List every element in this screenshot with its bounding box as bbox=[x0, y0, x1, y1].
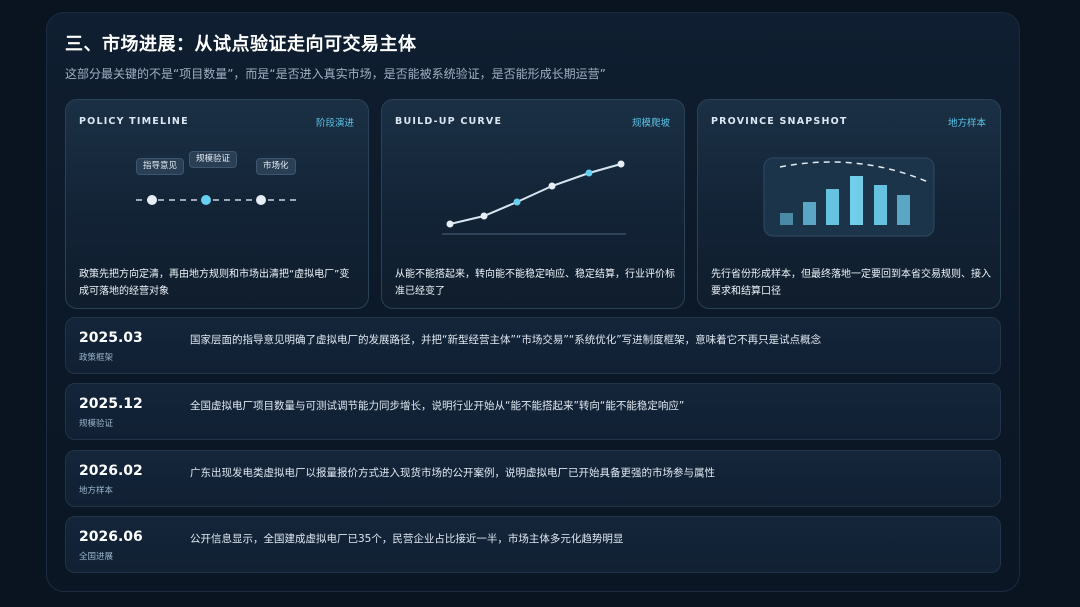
province-snapshot-card: PROVINCE SNAPSHOT 地方样本 先行省份形成样本，但最终落地一定要… bbox=[697, 99, 1001, 309]
bar bbox=[826, 189, 839, 225]
bar bbox=[780, 213, 793, 225]
curve-point bbox=[480, 212, 488, 220]
curve-point bbox=[513, 198, 521, 206]
bar bbox=[874, 185, 887, 225]
timeline-row: 2026.06 全国进展 公开信息显示，全国建成虚拟电厂已35个，民营企业占比接… bbox=[65, 516, 1001, 573]
row-date: 2026.02 bbox=[79, 463, 143, 479]
timeline-row: 2026.02 地方样本 广东出现发电类虚拟电厂以报量报价方式进入现货市场的公开… bbox=[65, 450, 1001, 507]
curve-point bbox=[446, 220, 454, 228]
curve-point bbox=[617, 160, 625, 168]
row-tag: 地方样本 bbox=[79, 486, 114, 496]
bar bbox=[850, 176, 863, 225]
row-tag: 政策框架 bbox=[79, 353, 114, 363]
timeline-node-1 bbox=[147, 195, 157, 205]
curve-point bbox=[548, 182, 556, 190]
card-description: 从能不能搭起来，转向能不能稳定响应、稳定结算，行业评价标准已经变了 bbox=[395, 269, 675, 297]
row-text: 广东出现发电类虚拟电厂以报量报价方式进入现货市场的公开案例，说明虚拟电厂已开始具… bbox=[190, 467, 715, 479]
row-date: 2025.03 bbox=[79, 330, 143, 346]
policy-timeline-graphic bbox=[136, 195, 301, 205]
row-text: 全国虚拟电厂项目数量与可测试调节能力同步增长，说明行业开始从“能不能搭起来”转向… bbox=[190, 400, 685, 412]
bar bbox=[803, 202, 816, 225]
timeline-node-3 bbox=[256, 195, 266, 205]
card-description: 先行省份形成样本，但最终落地一定要回到本省交易规则、接入要求和结算口径 bbox=[711, 269, 991, 297]
page-title: 三、市场进展：从试点验证走向可交易主体 bbox=[65, 34, 417, 55]
row-tag: 全国进展 bbox=[79, 552, 114, 562]
row-tag: 规模验证 bbox=[79, 419, 114, 429]
province-bars-graphic bbox=[763, 157, 935, 237]
timeline-row: 2025.12 规模验证 全国虚拟电厂项目数量与可测试调节能力同步增长，说明行业… bbox=[65, 383, 1001, 440]
curve-line bbox=[449, 163, 622, 225]
build-up-curve-graphic bbox=[442, 160, 626, 235]
timeline-node-2 bbox=[201, 195, 211, 205]
bar bbox=[897, 195, 910, 225]
row-date: 2025.12 bbox=[79, 396, 143, 412]
build-up-curve-card: BUILD-UP CURVE 规模爬坡 从能不能搭起来，转向能不能稳定响应、稳定… bbox=[381, 99, 685, 309]
timeline-row: 2025.03 政策框架 国家层面的指导意见明确了虚拟电厂的发展路径，并把“新型… bbox=[65, 317, 1001, 374]
row-text: 国家层面的指导意见明确了虚拟电厂的发展路径，并把“新型经营主体”“市场交易”“系… bbox=[190, 334, 822, 346]
policy-timeline-card: POLICY TIMELINE 阶段演进 指导意见 规模验证 市场化 政策先把方… bbox=[65, 99, 369, 309]
row-text: 公开信息显示，全国建成虚拟电厂已35个，民营企业占比接近一半，市场主体多元化趋势… bbox=[190, 533, 624, 545]
row-date: 2026.06 bbox=[79, 529, 143, 545]
page-subtitle: 这部分最关键的不是“项目数量”，而是“是否进入真实市场，是否能被系统验证，是否能… bbox=[65, 67, 606, 81]
card-description: 政策先把方向定清，再由地方规则和市场出清把“虚拟电厂”变成可落地的经营对象 bbox=[79, 269, 350, 297]
curve-point bbox=[585, 169, 593, 177]
